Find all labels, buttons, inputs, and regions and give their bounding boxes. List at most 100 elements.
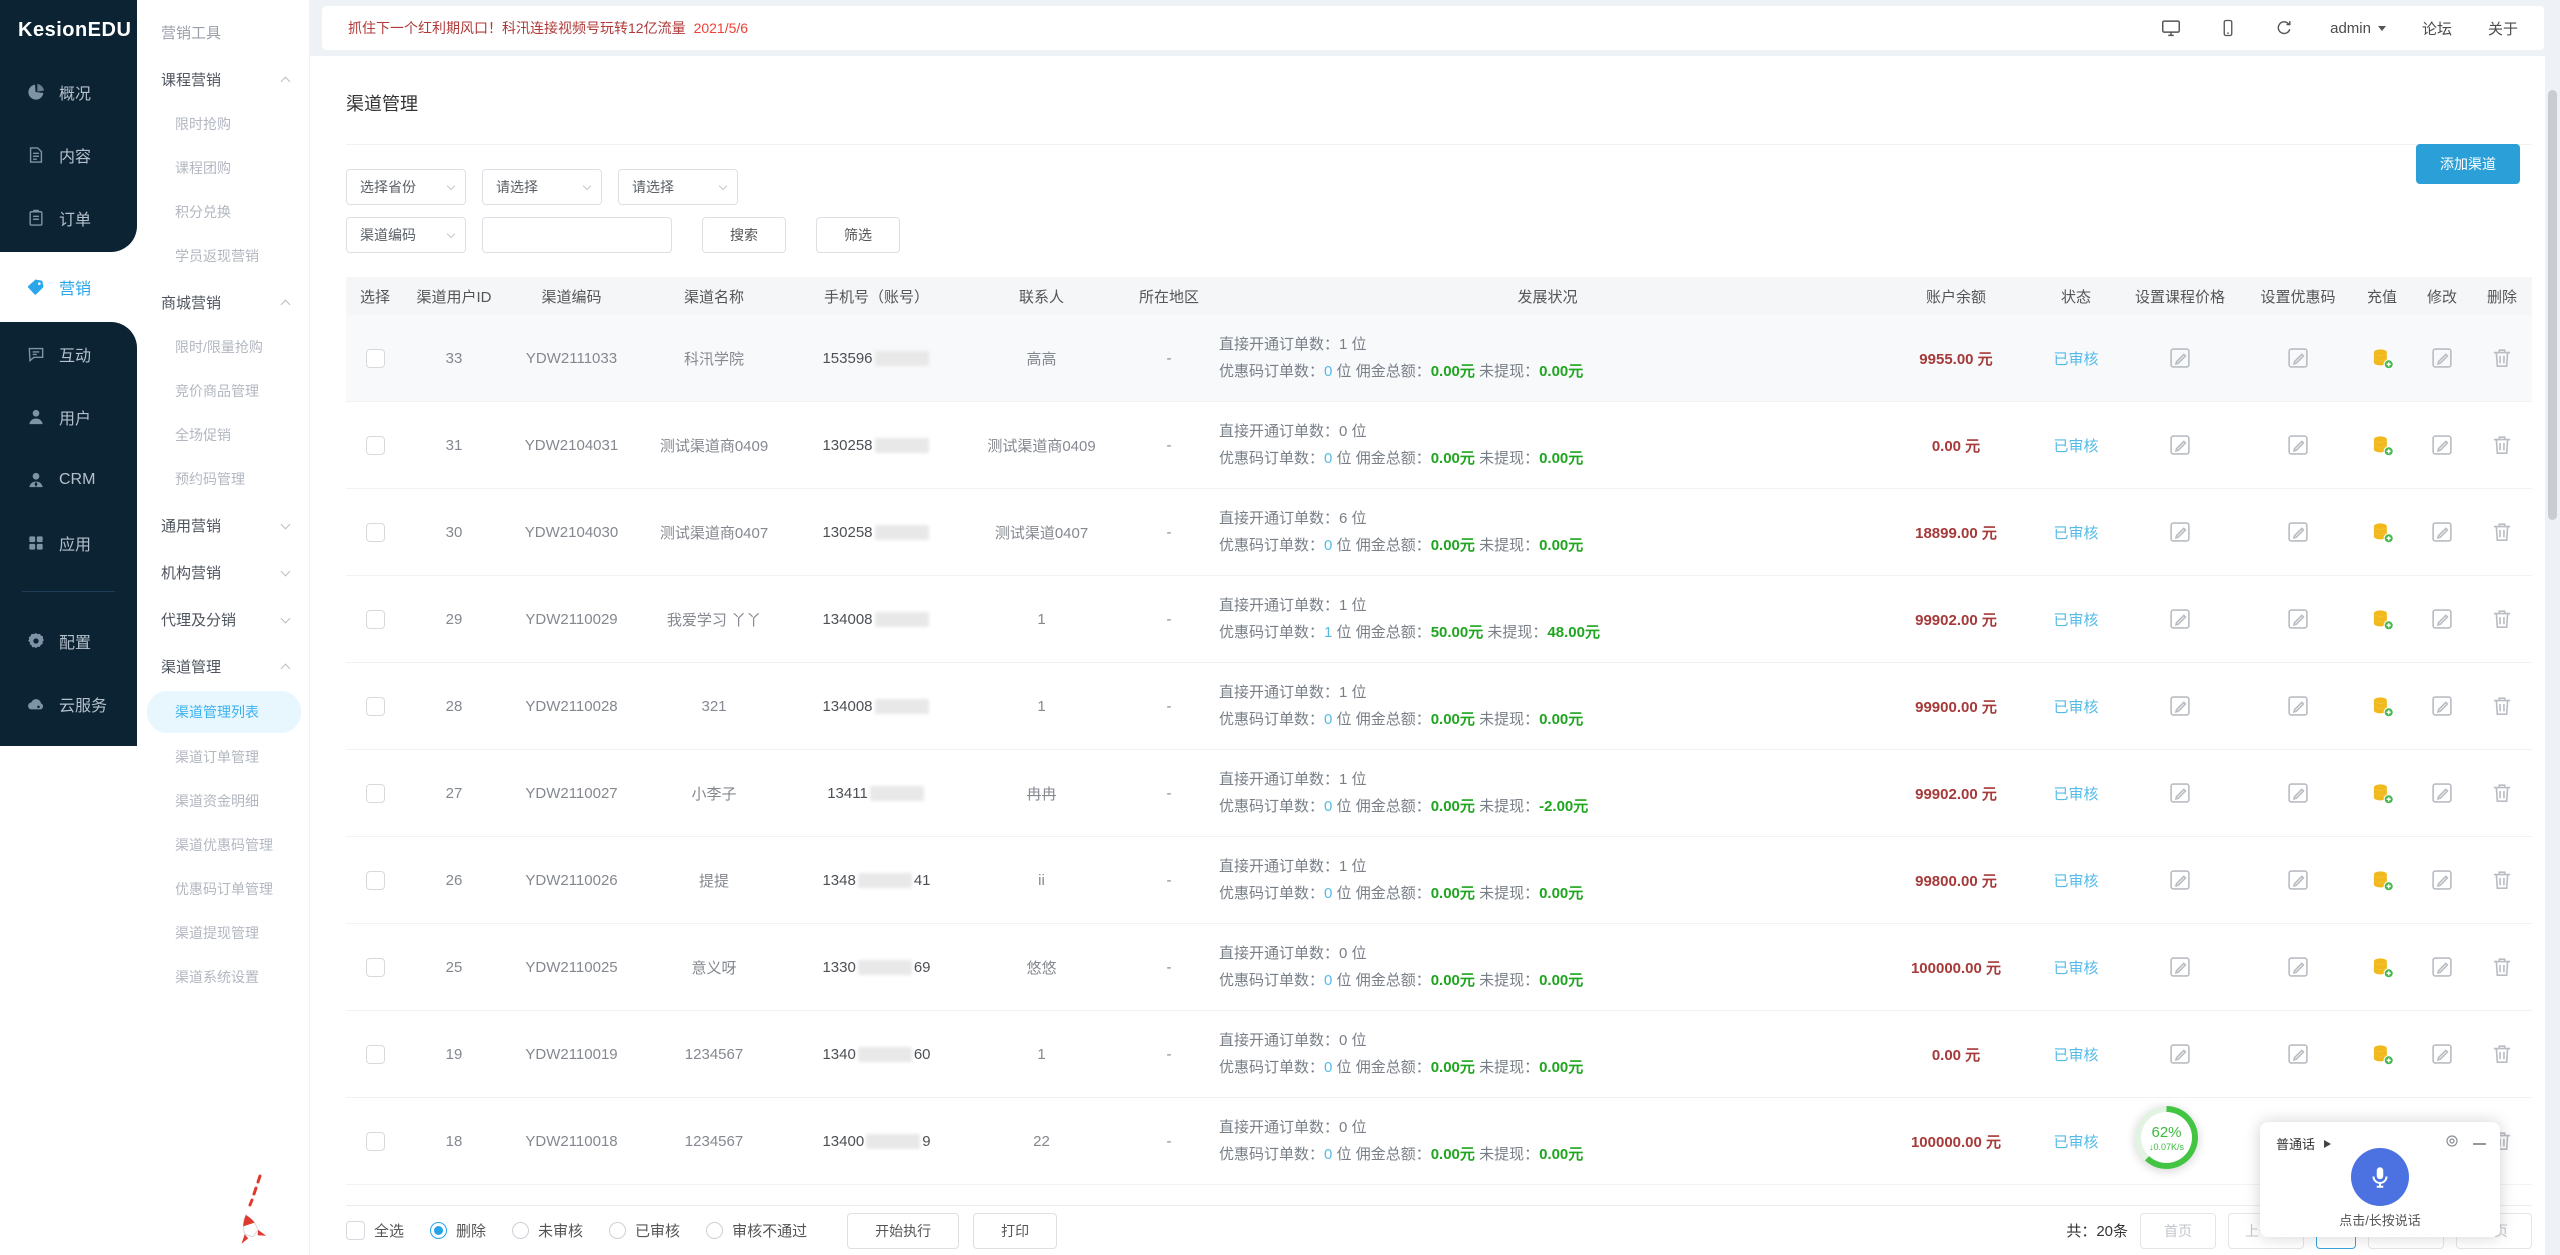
recharge-icon[interactable] [2369, 867, 2395, 893]
delete-icon[interactable] [2489, 606, 2515, 632]
delete-icon[interactable] [2489, 432, 2515, 458]
rail-item-chat[interactable]: 互动 [0, 322, 137, 385]
delete-icon[interactable] [2489, 519, 2515, 545]
set-course-price-icon[interactable] [2167, 954, 2193, 980]
set-coupon-icon[interactable] [2285, 954, 2311, 980]
minimize-icon[interactable] [2473, 1143, 2486, 1145]
sidebar-item[interactable]: 渠道订单管理 [137, 735, 309, 779]
edit-icon[interactable] [2429, 345, 2455, 371]
recharge-icon[interactable] [2369, 693, 2395, 719]
delete-icon[interactable] [2489, 867, 2515, 893]
sidebar-item[interactable]: 渠道系统设置 [137, 955, 309, 999]
set-coupon-icon[interactable] [2285, 345, 2311, 371]
sidebar-item[interactable]: 学员返现营销 [137, 234, 309, 278]
set-course-price-icon[interactable] [2167, 693, 2193, 719]
sidebar-section-header[interactable]: 课程营销 [137, 55, 309, 102]
set-course-price-icon[interactable] [2167, 432, 2193, 458]
forum-link[interactable]: 论坛 [2422, 18, 2452, 39]
sidebar-section-header[interactable]: 代理及分销 [137, 595, 309, 642]
radio-button[interactable] [609, 1222, 626, 1239]
set-course-price-icon[interactable] [2167, 867, 2193, 893]
delete-icon[interactable] [2489, 780, 2515, 806]
settings-gear-icon[interactable] [2444, 1133, 2460, 1154]
set-coupon-icon[interactable] [2285, 693, 2311, 719]
execute-button[interactable]: 开始执行 [847, 1213, 959, 1249]
set-course-price-icon[interactable] [2167, 780, 2193, 806]
download-progress-widget[interactable]: 62% ↓0.07K/s [2135, 1106, 2198, 1169]
row-checkbox[interactable] [366, 784, 385, 803]
radio-button[interactable] [430, 1222, 447, 1239]
row-checkbox[interactable] [366, 697, 385, 716]
recharge-icon[interactable] [2369, 780, 2395, 806]
sidebar-section-header[interactable]: 机构营销 [137, 548, 309, 595]
rail-item-cloud[interactable]: 云服务 [0, 672, 137, 735]
set-coupon-icon[interactable] [2285, 1041, 2311, 1067]
edit-icon[interactable] [2429, 1041, 2455, 1067]
sidebar-item[interactable]: 预约码管理 [137, 457, 309, 501]
rail-item-user[interactable]: 用户 [0, 385, 137, 448]
keyword-input[interactable] [482, 217, 672, 253]
footer-radio-option[interactable]: 审核不通过 [706, 1220, 807, 1241]
delete-icon[interactable] [2489, 693, 2515, 719]
admin-dropdown[interactable]: admin [2330, 20, 2386, 37]
edit-icon[interactable] [2429, 780, 2455, 806]
sidebar-item[interactable]: 优惠码订单管理 [137, 867, 309, 911]
about-link[interactable]: 关于 [2488, 18, 2518, 39]
rail-item-order[interactable]: 订单 [0, 186, 137, 249]
sidebar-item[interactable]: 渠道提现管理 [137, 911, 309, 955]
set-course-price-icon[interactable] [2167, 1041, 2193, 1067]
edit-icon[interactable] [2429, 606, 2455, 632]
delete-icon[interactable] [2489, 1041, 2515, 1067]
rail-item-crm[interactable]: CRM [0, 448, 137, 511]
city-select[interactable]: 请选择 [482, 169, 602, 205]
sidebar-section-header[interactable]: 渠道管理 [137, 642, 309, 689]
row-checkbox[interactable] [366, 349, 385, 368]
recharge-icon[interactable] [2369, 345, 2395, 371]
sidebar-item[interactable]: 积分兑换 [137, 190, 309, 234]
play-icon[interactable] [2324, 1140, 2331, 1148]
row-checkbox[interactable] [366, 958, 385, 977]
sidebar-item[interactable]: 全场促销 [137, 413, 309, 457]
phone-icon[interactable] [2218, 18, 2238, 38]
province-select[interactable]: 选择省份 [346, 169, 466, 205]
row-checkbox[interactable] [366, 871, 385, 890]
set-coupon-icon[interactable] [2285, 780, 2311, 806]
select-all-checkbox[interactable] [346, 1221, 365, 1240]
sidebar-item[interactable]: 竞价商品管理 [137, 369, 309, 413]
row-checkbox[interactable] [366, 610, 385, 629]
rail-item-apps[interactable]: 应用 [0, 511, 137, 574]
print-button[interactable]: 打印 [973, 1213, 1057, 1249]
scrollbar-thumb[interactable] [2548, 90, 2557, 520]
filter-button[interactable]: 筛选 [816, 217, 900, 253]
set-course-price-icon[interactable] [2167, 606, 2193, 632]
radio-button[interactable] [706, 1222, 723, 1239]
edit-icon[interactable] [2429, 954, 2455, 980]
monitor-icon[interactable] [2160, 17, 2182, 39]
sidebar-item[interactable]: 渠道优惠码管理 [137, 823, 309, 867]
footer-radio-option[interactable]: 已审核 [609, 1220, 680, 1241]
recharge-icon[interactable] [2369, 432, 2395, 458]
set-course-price-icon[interactable] [2167, 345, 2193, 371]
row-checkbox[interactable] [366, 1045, 385, 1064]
recharge-icon[interactable] [2369, 519, 2395, 545]
refresh-icon[interactable] [2274, 18, 2294, 38]
search-field-select[interactable]: 渠道编码 [346, 217, 466, 253]
set-coupon-icon[interactable] [2285, 606, 2311, 632]
sidebar-section-header[interactable]: 通用营销 [137, 501, 309, 548]
sidebar-item[interactable]: 限时抢购 [137, 102, 309, 146]
rail-item-doc[interactable]: 内容 [0, 123, 137, 186]
pagination-button[interactable]: 首页 [2140, 1213, 2216, 1249]
set-course-price-icon[interactable] [2167, 519, 2193, 545]
sidebar-item[interactable]: 限时/限量抢购 [137, 325, 309, 369]
rail-item-pie[interactable]: 概况 [0, 60, 137, 123]
row-checkbox[interactable] [366, 1132, 385, 1151]
sidebar-item[interactable]: 渠道资金明细 [137, 779, 309, 823]
microphone-button[interactable] [2351, 1148, 2409, 1206]
rail-item-marketing[interactable]: 营销 [0, 252, 137, 322]
search-button[interactable]: 搜索 [702, 217, 786, 253]
edit-icon[interactable] [2429, 867, 2455, 893]
set-coupon-icon[interactable] [2285, 519, 2311, 545]
row-checkbox[interactable] [366, 523, 385, 542]
edit-icon[interactable] [2429, 432, 2455, 458]
sidebar-item[interactable]: 渠道管理列表 [147, 691, 301, 733]
